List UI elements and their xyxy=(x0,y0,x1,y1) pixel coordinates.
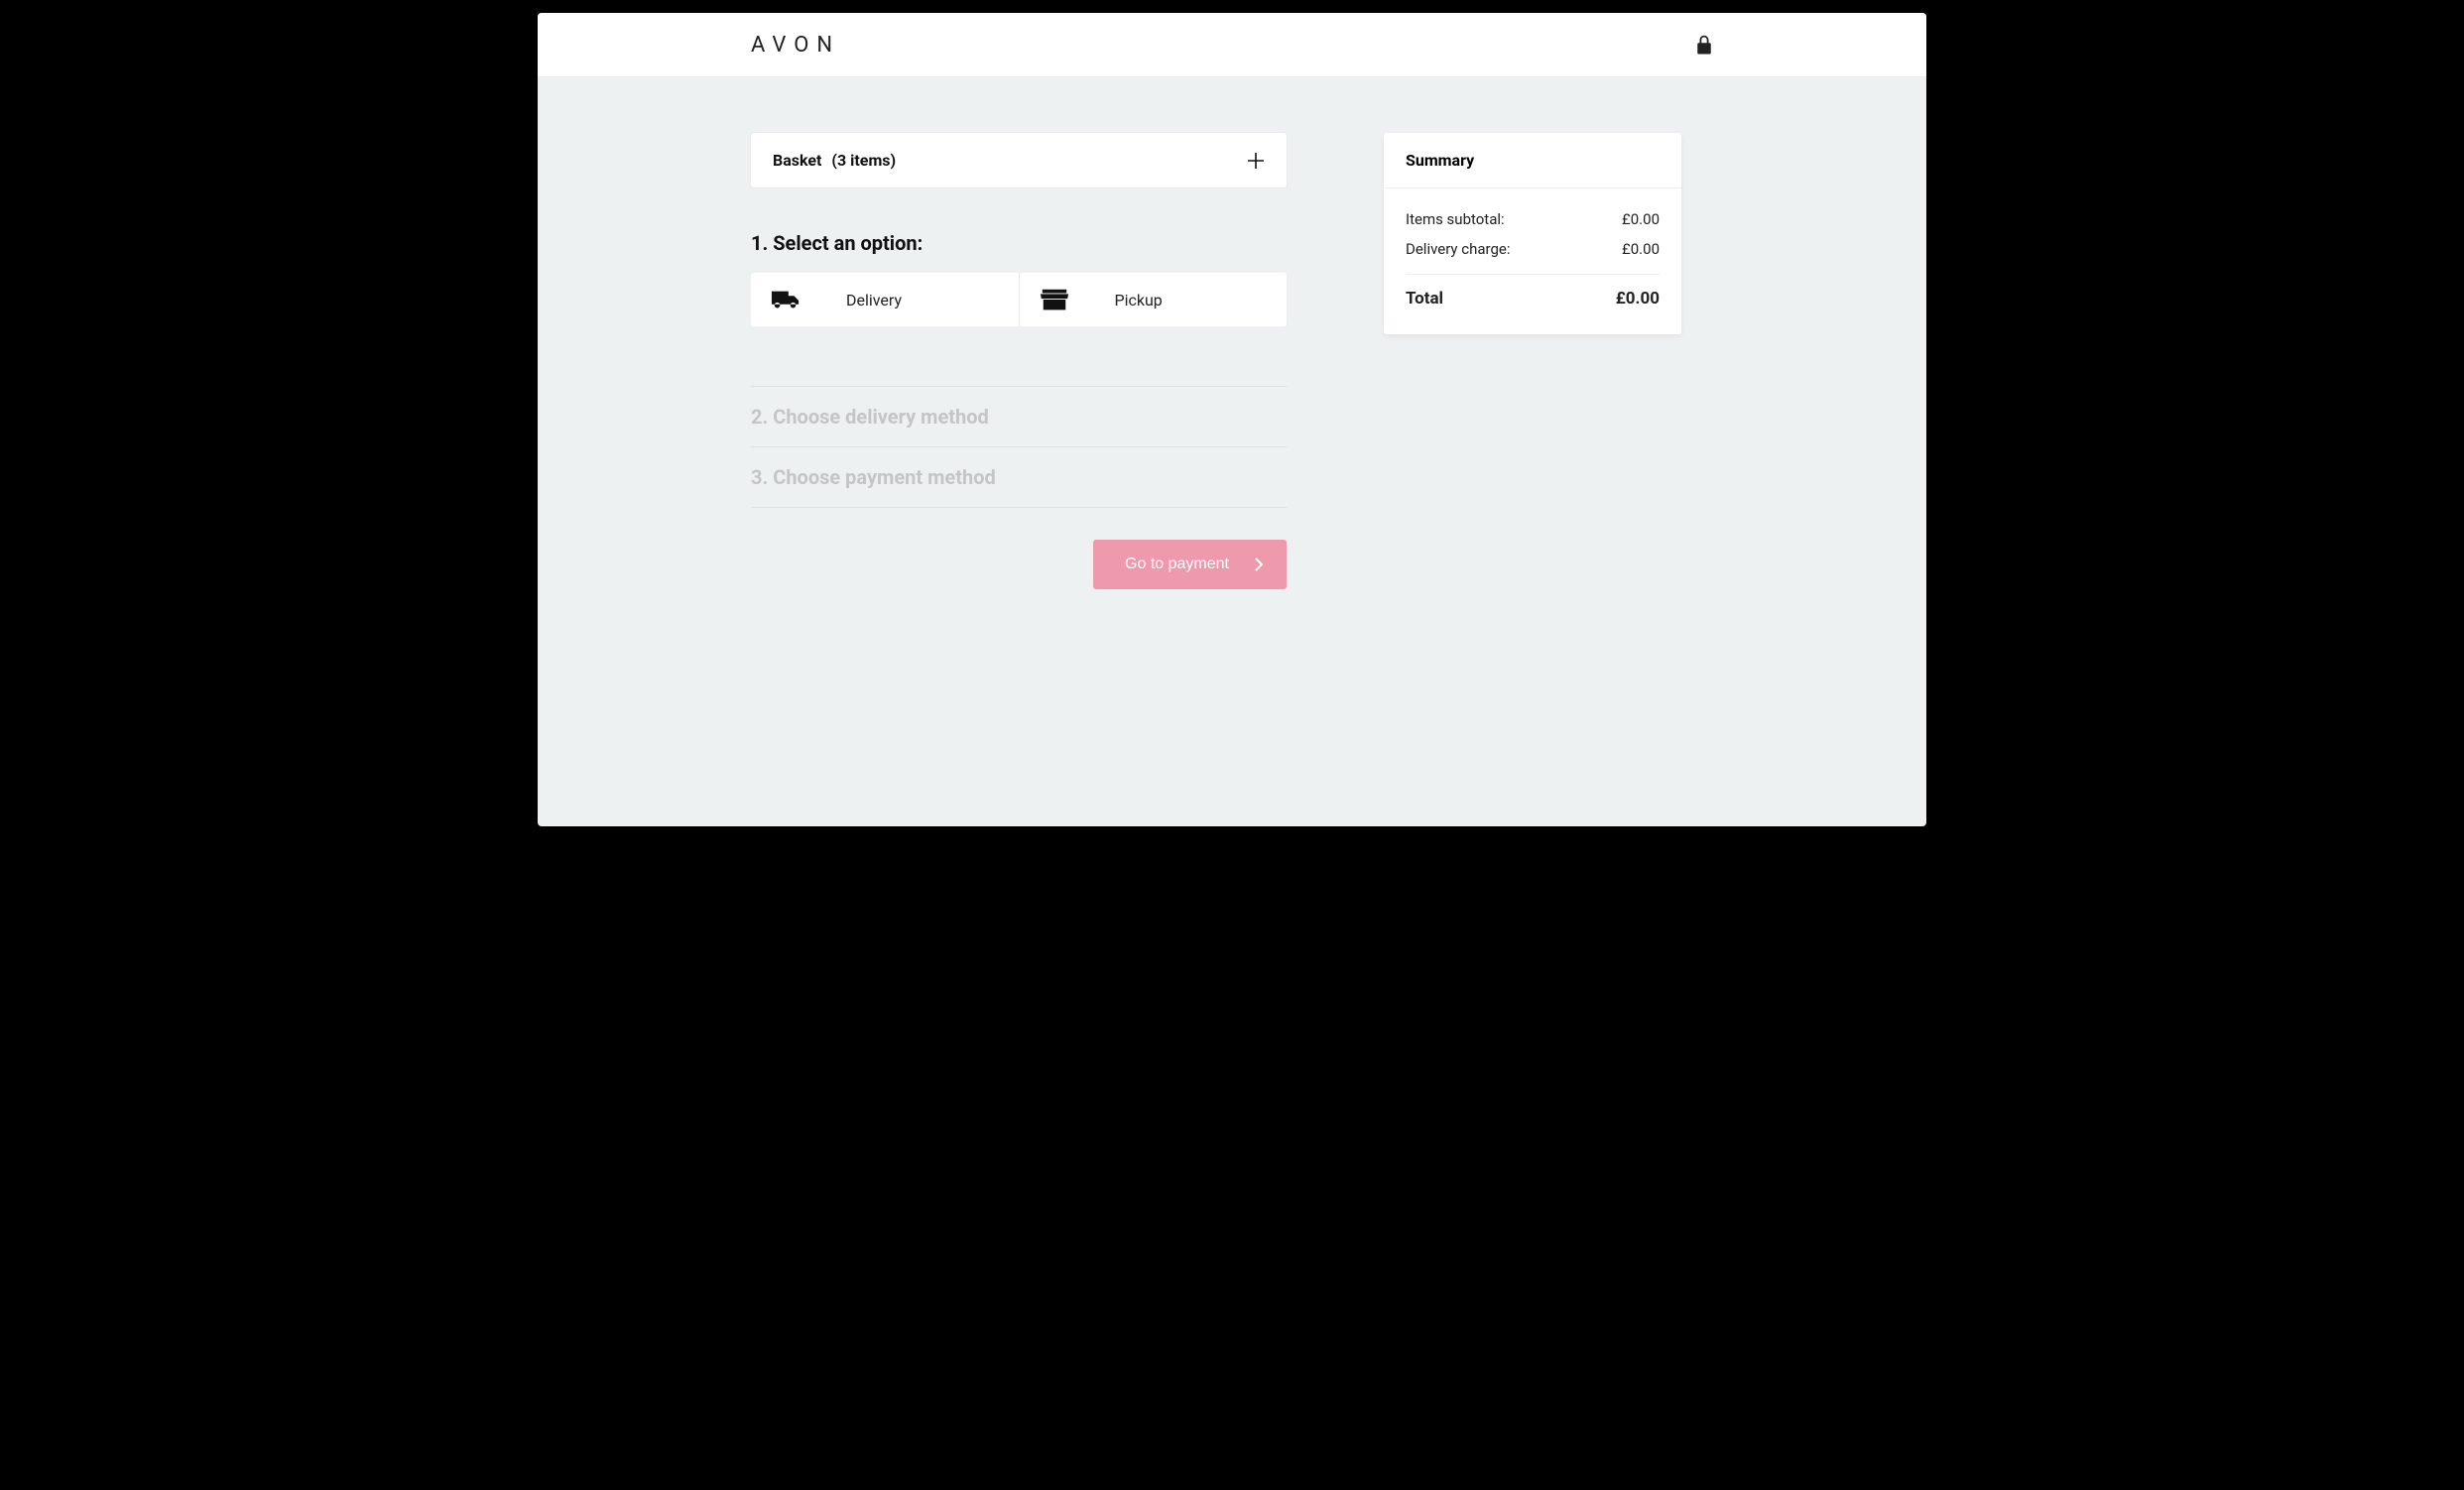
go-to-payment-button[interactable]: Go to payment xyxy=(1093,540,1287,589)
summary-total-row: Total £0.00 xyxy=(1406,283,1660,314)
go-to-payment-label: Go to payment xyxy=(1125,556,1229,573)
summary-row-label: Items subtotal: xyxy=(1406,210,1505,228)
expand-icon xyxy=(1247,152,1265,170)
summary-card: Summary Items subtotal: £0.00 Delivery c… xyxy=(1384,133,1681,334)
summary-row-value: £0.00 xyxy=(1622,240,1660,258)
content-area: Basket (3 items) 1. Select an option: De… xyxy=(538,77,1926,629)
store-icon xyxy=(1040,287,1069,312)
option-delivery[interactable]: Delivery xyxy=(751,273,1019,326)
basket-count: (3 items) xyxy=(831,151,896,170)
summary-total-value: £0.00 xyxy=(1616,289,1660,309)
basket-summary-toggle[interactable]: Basket (3 items) xyxy=(751,133,1287,187)
divider xyxy=(1406,274,1660,275)
step3-title: 3. Choose payment method xyxy=(751,447,1287,508)
step2-title: 2. Choose delivery method xyxy=(751,387,1287,447)
chevron-right-icon xyxy=(1255,558,1263,571)
checkout-steps-column: Basket (3 items) 1. Select an option: De… xyxy=(751,133,1287,589)
summary-column: Summary Items subtotal: £0.00 Delivery c… xyxy=(1384,133,1681,334)
checkout-page: AVON Basket (3 items) 1. Select an optio… xyxy=(538,13,1926,826)
summary-row-label: Delivery charge: xyxy=(1406,240,1510,258)
lock-icon xyxy=(1695,35,1713,56)
option-pickup-label: Pickup xyxy=(1109,291,1268,310)
header-bar: AVON xyxy=(538,13,1926,77)
step1-title: 1. Select an option: xyxy=(751,231,1287,255)
brand-logo: AVON xyxy=(751,33,840,58)
delivery-option-group: Delivery Pickup xyxy=(751,273,1287,326)
summary-row: Items subtotal: £0.00 xyxy=(1406,204,1660,234)
summary-row-value: £0.00 xyxy=(1622,210,1660,228)
cta-row: Go to payment xyxy=(751,540,1287,589)
summary-total-label: Total xyxy=(1406,289,1443,309)
option-pickup[interactable]: Pickup xyxy=(1020,273,1288,326)
truck-icon xyxy=(771,287,801,312)
summary-title: Summary xyxy=(1384,133,1681,188)
summary-row: Delivery charge: £0.00 xyxy=(1406,234,1660,264)
option-delivery-label: Delivery xyxy=(840,291,999,310)
basket-label: Basket xyxy=(773,151,821,170)
